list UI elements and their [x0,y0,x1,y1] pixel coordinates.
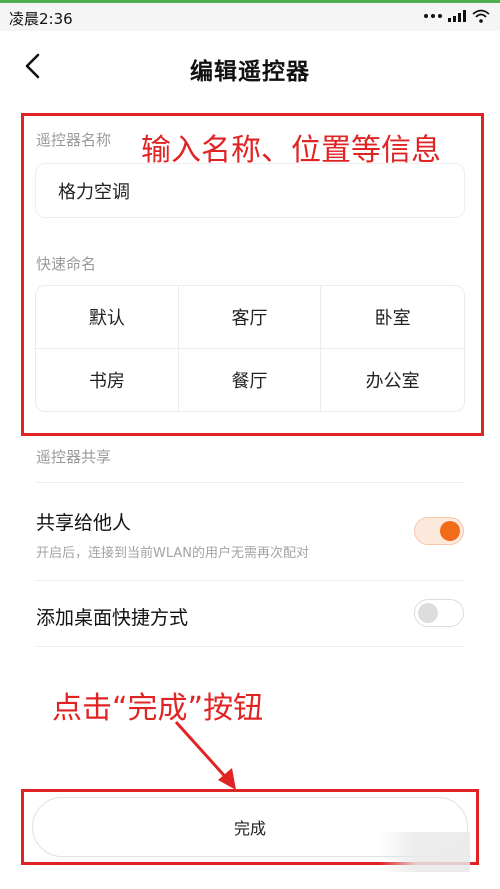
toggle-knob [440,521,460,541]
annotation-top-text: 输入名称、位置等信息 [141,133,441,168]
quick-name-living-room[interactable]: 客厅 [178,286,322,349]
remote-name-label: 遥控器名称 [36,131,112,149]
divider [35,482,465,483]
header: 编辑遥控器 [0,31,500,101]
quick-name-grid: 默认 客厅 卧室 书房 餐厅 办公室 [35,285,465,412]
quick-name-study[interactable]: 书房 [36,348,179,411]
done-button[interactable]: 完成 [32,797,468,857]
share-toggle-title: 共享给他人 [36,512,132,534]
status-icons [424,9,490,23]
divider [35,580,465,581]
page-title: 编辑遥控器 [190,59,310,85]
quick-name-label: 快速命名 [36,255,97,273]
share-toggle-description: 开启后，连接到当前WLAN的用户无需再次配对 [36,546,310,561]
status-time: 凌晨2:36 [9,10,73,28]
remote-name-input[interactable] [35,163,465,218]
shortcut-toggle[interactable] [414,599,464,627]
divider [35,646,465,647]
share-toggle[interactable] [414,517,464,545]
quick-name-default[interactable]: 默认 [36,286,179,349]
status-bar: 凌晨2:36 [0,3,500,31]
signal-icon [448,10,466,22]
toggle-knob [418,603,438,623]
annotation-arrow-icon [174,720,236,790]
wifi-icon [472,9,490,23]
quick-name-dining-room[interactable]: 餐厅 [179,348,322,411]
more-dots-icon [424,14,442,18]
shortcut-toggle-title: 添加桌面快捷方式 [36,607,189,629]
share-section-label: 遥控器共享 [36,448,112,466]
quick-name-bedroom[interactable]: 卧室 [321,286,464,349]
quick-name-office[interactable]: 办公室 [321,349,464,412]
